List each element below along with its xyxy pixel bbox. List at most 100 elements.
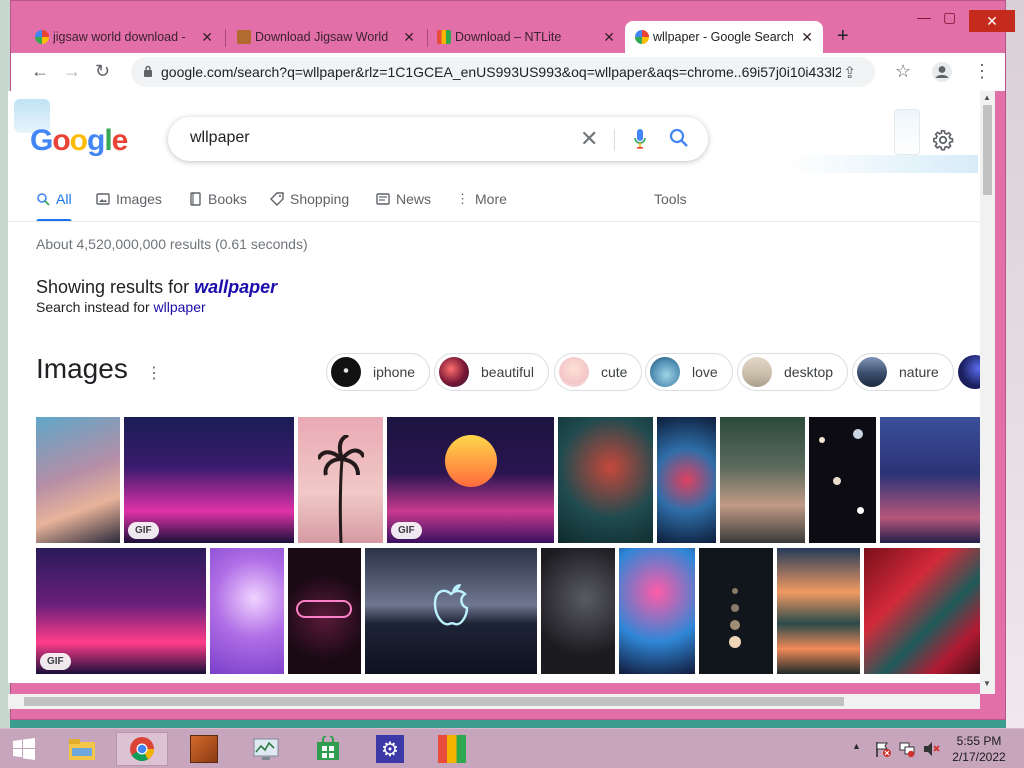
search-icon[interactable]	[668, 127, 690, 149]
tab-wllpaper-google-search[interactable]: wllpaper - Google Search ✕	[625, 21, 823, 53]
tab-separator	[225, 29, 226, 47]
doodle-jar-decoration	[894, 109, 920, 155]
chip-next-thumbnail[interactable]	[958, 355, 980, 389]
tab-close-icon[interactable]: ✕	[603, 29, 615, 46]
tab-download-ntlite[interactable]: Download – NTLite ✕	[427, 21, 625, 53]
planet-dot	[819, 437, 825, 443]
image-result[interactable]	[657, 417, 716, 543]
image-result[interactable]: GIF	[387, 417, 554, 543]
reload-button[interactable]: ↻	[95, 61, 110, 82]
image-result[interactable]	[864, 548, 980, 674]
chip-desktop[interactable]: desktop	[737, 353, 849, 391]
volume-muted-icon[interactable]	[922, 740, 940, 758]
tab-books[interactable]: Books	[188, 191, 247, 207]
share-icon[interactable]: ⇪	[843, 63, 856, 83]
taskbar-jigsaw-world[interactable]	[178, 732, 230, 766]
close-window-button[interactable]: ✕	[969, 10, 1015, 32]
moon-phase-dot	[729, 636, 741, 648]
tab-close-icon[interactable]: ✕	[201, 29, 213, 46]
start-button[interactable]	[4, 732, 44, 766]
original-query-link[interactable]: wllpaper	[154, 299, 206, 315]
show-hidden-icons-button[interactable]: ▲	[852, 741, 861, 751]
chip-nature[interactable]: nature	[852, 353, 954, 391]
tab-close-icon[interactable]: ✕	[403, 29, 415, 46]
taskbar-settings[interactable]: ⚙	[364, 732, 416, 766]
vertical-scroll-thumb[interactable]	[983, 105, 992, 195]
google-logo[interactable]: Google	[30, 124, 128, 158]
bookmark-star-icon[interactable]: ☆	[895, 61, 911, 82]
tab-more[interactable]: ⋮ More	[456, 191, 507, 207]
tab-news[interactable]: News	[376, 191, 431, 207]
chip-beautiful[interactable]: beautiful	[434, 353, 549, 391]
url-text: google.com/search?q=wllpaper&rlz=1C1GCEA…	[161, 64, 841, 80]
tab-jigsaw-world-download-search[interactable]: jigsaw world download - ✕	[25, 21, 223, 53]
image-result[interactable]	[288, 548, 361, 674]
chip-cute[interactable]: cute	[554, 353, 643, 391]
ntlite-icon	[438, 735, 466, 763]
images-more-options-icon[interactable]: ⋮	[146, 363, 162, 383]
forward-button[interactable]: →	[63, 61, 81, 82]
search-icon	[37, 193, 50, 206]
planet-dot	[853, 429, 863, 439]
image-result[interactable]	[720, 417, 805, 543]
scroll-down-arrow-icon[interactable]: ▼	[983, 679, 991, 688]
system-clock[interactable]: 5:55 PM 2/17/2022	[944, 733, 1014, 765]
image-result[interactable]	[365, 548, 537, 674]
image-result[interactable]	[558, 417, 653, 543]
windows-logo-icon	[13, 738, 35, 760]
tab-all[interactable]: All	[36, 191, 72, 207]
profile-avatar-icon[interactable]	[931, 61, 953, 83]
clock-date: 2/17/2022	[952, 750, 1006, 764]
vertical-scrollbar[interactable]: ▲ ▼	[980, 91, 995, 694]
tab-close-icon[interactable]: ✕	[801, 29, 813, 46]
network-icon[interactable]	[898, 740, 916, 758]
image-result[interactable]: GIF	[36, 548, 206, 674]
chip-love[interactable]: love	[645, 353, 733, 391]
desktop-background-right	[1006, 0, 1024, 728]
taskbar-file-explorer[interactable]	[56, 732, 108, 766]
scroll-up-arrow-icon[interactable]: ▲	[983, 93, 991, 102]
image-result[interactable]	[809, 417, 876, 543]
apple-logo-icon	[433, 584, 469, 626]
chip-thumbnail	[857, 357, 887, 387]
image-result[interactable]	[699, 548, 773, 674]
tools-button[interactable]: Tools	[654, 191, 687, 207]
image-result[interactable]: GIF	[124, 417, 294, 543]
maximize-button[interactable]: ▢	[943, 9, 956, 26]
clear-search-icon[interactable]: ✕	[580, 126, 598, 152]
tabs-divider	[8, 221, 980, 222]
address-bar[interactable]: google.com/search?q=wllpaper&rlz=1C1GCEA…	[131, 57, 875, 87]
image-result[interactable]	[777, 548, 860, 674]
search-box[interactable]: wllpaper ✕	[168, 117, 708, 161]
image-result[interactable]	[619, 548, 695, 674]
tab-images[interactable]: Images	[96, 191, 162, 207]
tab-shopping[interactable]: Shopping	[270, 191, 349, 207]
action-center-flag-icon[interactable]	[874, 740, 892, 758]
image-result[interactable]	[36, 417, 120, 543]
image-result[interactable]	[298, 417, 383, 543]
chip-iphone[interactable]: iphone	[326, 353, 431, 391]
taskbar-task-manager[interactable]	[240, 732, 292, 766]
horizontal-scrollbar[interactable]	[8, 694, 980, 709]
taskbar-store[interactable]	[302, 732, 354, 766]
settings-gear-icon[interactable]	[932, 129, 954, 151]
taskbar-ntlite[interactable]	[426, 732, 478, 766]
minimize-button[interactable]: —	[917, 9, 931, 25]
image-result[interactable]	[541, 548, 615, 674]
search-instead-for: Search instead for wllpaper	[36, 299, 206, 315]
corrected-query-link[interactable]: wallpaper	[194, 277, 277, 297]
image-result[interactable]	[210, 548, 284, 674]
tab-download-jigsaw-world[interactable]: Download Jigsaw World ✕	[227, 21, 425, 53]
image-result[interactable]	[880, 417, 980, 543]
horizontal-scroll-thumb[interactable]	[24, 697, 844, 706]
jigsaw-app-icon	[190, 735, 218, 763]
clock-time: 5:55 PM	[956, 734, 1002, 748]
back-button[interactable]: ←	[31, 61, 49, 82]
neon-sign-shape	[296, 600, 352, 618]
taskbar-chrome[interactable]	[116, 732, 168, 766]
microphone-icon[interactable]	[634, 127, 646, 151]
search-input[interactable]: wllpaper	[190, 129, 250, 147]
lock-icon	[144, 65, 152, 77]
new-tab-button[interactable]: +	[837, 25, 849, 48]
chrome-menu-icon[interactable]: ⋮	[973, 61, 991, 82]
